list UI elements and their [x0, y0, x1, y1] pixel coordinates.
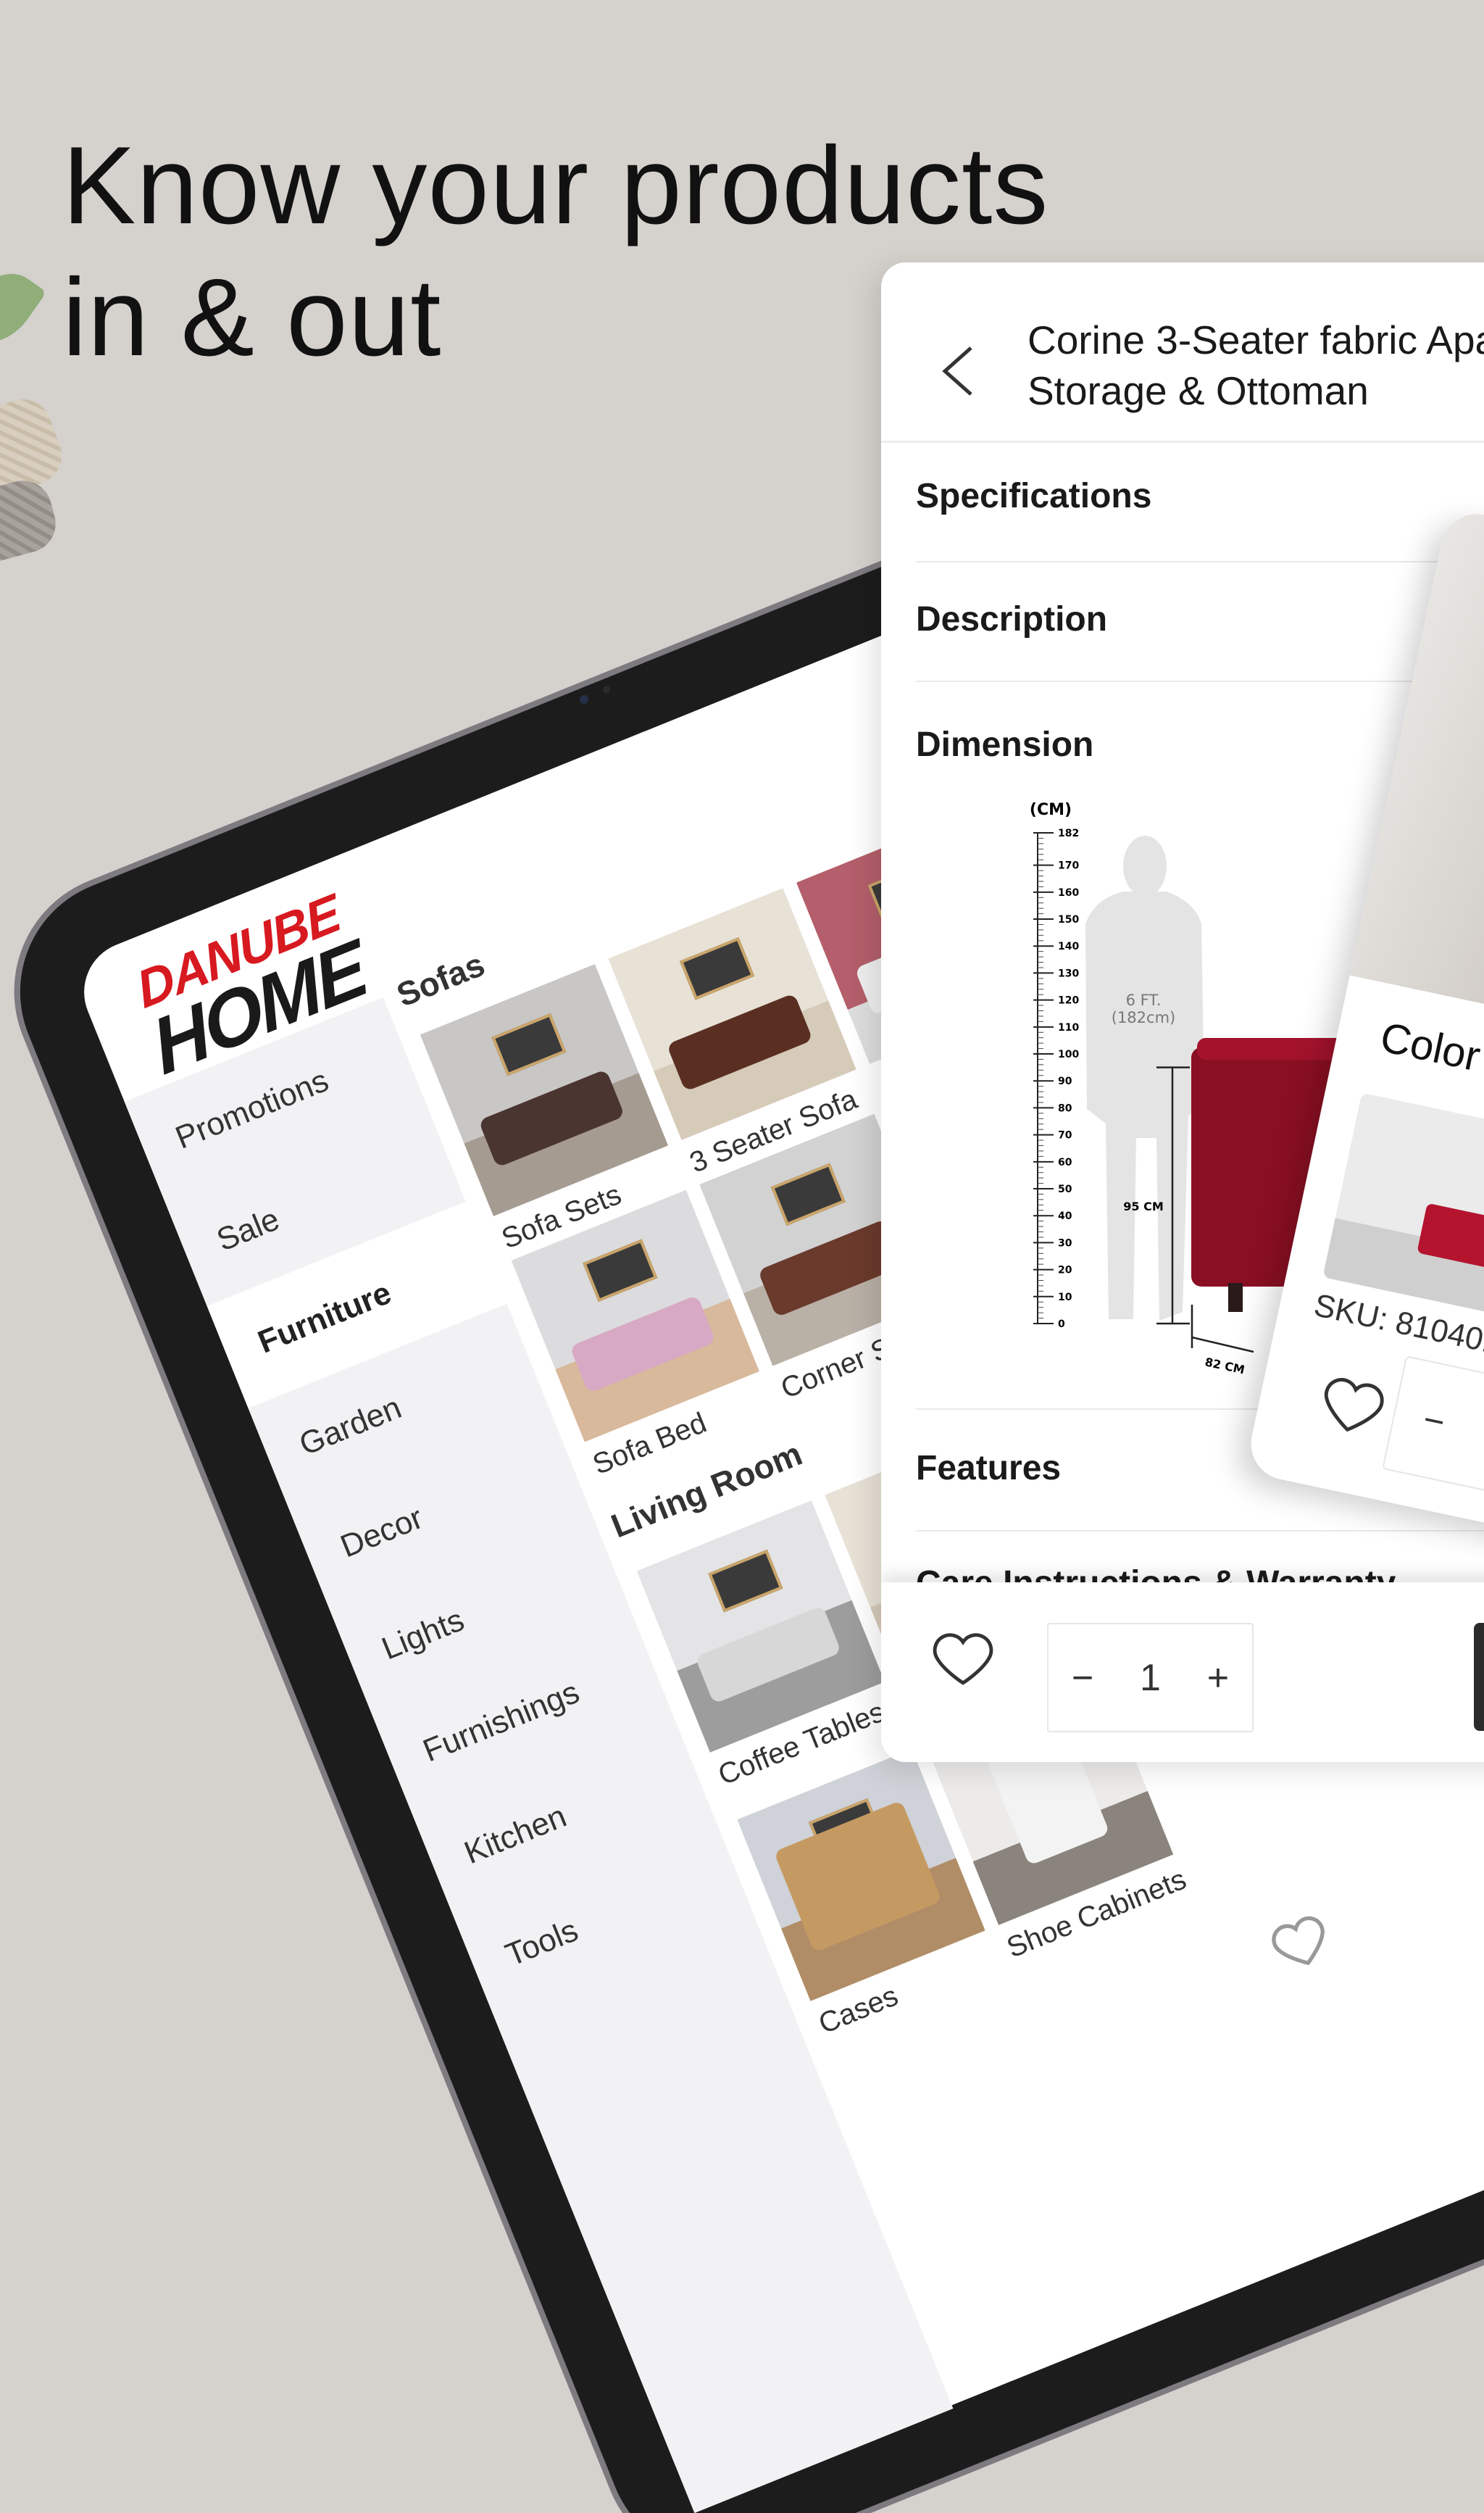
- person-height-label: 6 FT.: [1126, 992, 1162, 1009]
- depth-measure-line: [1191, 1305, 1254, 1353]
- leaf-decoration: [0, 259, 47, 357]
- product-title-line-2: Storage & Ottoman: [1027, 368, 1369, 413]
- ruler-tick-label: 150: [1058, 914, 1079, 926]
- ruler-tick-label: 40: [1058, 1210, 1072, 1222]
- height-ruler: 1821701601501401301201101009080706050403…: [1033, 828, 1079, 1330]
- quantity-stepper[interactable]: − 1 +: [1047, 1623, 1254, 1732]
- panel-header: Corine 3-Seater fabric Apa Storage & Ott…: [881, 262, 1484, 443]
- unit-label: (CM): [1030, 801, 1072, 819]
- ruler-tick-label: 20: [1058, 1265, 1072, 1276]
- increase-button[interactable]: +: [1207, 1656, 1229, 1700]
- section-title-sofas: Sofas: [391, 944, 490, 1014]
- ruler-tick-label: 70: [1058, 1130, 1072, 1142]
- person-silhouette: [1085, 836, 1204, 1321]
- headline-line-1: Know your products: [62, 124, 1049, 247]
- ruler-tick-label: 170: [1058, 860, 1079, 872]
- row-specifications[interactable]: Specifications: [916, 476, 1484, 516]
- sofa-height-label: 95 CM: [1123, 1200, 1164, 1213]
- ruler-tick-label: 90: [1058, 1076, 1072, 1087]
- decrease-button[interactable]: −: [1072, 1656, 1093, 1700]
- ruler-tick-label: 50: [1058, 1184, 1072, 1195]
- back-chevron-icon[interactable]: [936, 342, 980, 400]
- person-height-cm-label: (182cm): [1112, 1009, 1175, 1026]
- ruler-tick-label: 10: [1058, 1292, 1072, 1303]
- purchase-bar: − 1 +: [881, 1582, 1484, 1762]
- ruler-tick-label: 182: [1058, 828, 1079, 839]
- ruler-tick-label: 60: [1058, 1157, 1072, 1168]
- row-description[interactable]: Description: [916, 599, 1484, 639]
- ruler-tick-label: 80: [1058, 1102, 1072, 1114]
- decrease-button[interactable]: −: [1420, 1398, 1449, 1444]
- ruler-tick-label: 160: [1058, 887, 1079, 899]
- ruler-tick-label: 140: [1058, 941, 1079, 952]
- ruler-tick-label: 30: [1058, 1237, 1072, 1249]
- sensor-dot: [601, 684, 612, 694]
- quantity-value: 1: [1140, 1656, 1161, 1699]
- product-title-line-1: Corine 3-Seater fabric Apa: [1027, 317, 1484, 362]
- divider: [916, 1530, 1484, 1532]
- quantity-stepper[interactable]: −: [1382, 1355, 1484, 1529]
- add-to-cart-button[interactable]: [1474, 1623, 1484, 1731]
- ruler-tick-label: 100: [1058, 1049, 1079, 1060]
- camera-dot: [578, 694, 590, 705]
- pillow-decoration: [0, 474, 62, 570]
- wishlist-heart-icon[interactable]: [930, 1626, 996, 1691]
- ruler-tick-label: 110: [1058, 1022, 1079, 1034]
- divider: [916, 681, 1484, 682]
- divider: [916, 561, 1484, 562]
- ruler-tick-label: 130: [1058, 968, 1079, 979]
- sofa-depth-label: 82 CM: [1204, 1355, 1246, 1376]
- ruler-tick-label: 0: [1058, 1318, 1065, 1330]
- ruler-tick-label: 120: [1058, 995, 1079, 1007]
- wishlist-heart-icon[interactable]: [1314, 1367, 1391, 1445]
- color-title: Color F: [1376, 1013, 1484, 1088]
- product-title: Corine 3-Seater fabric Apa Storage & Ott…: [1027, 315, 1484, 416]
